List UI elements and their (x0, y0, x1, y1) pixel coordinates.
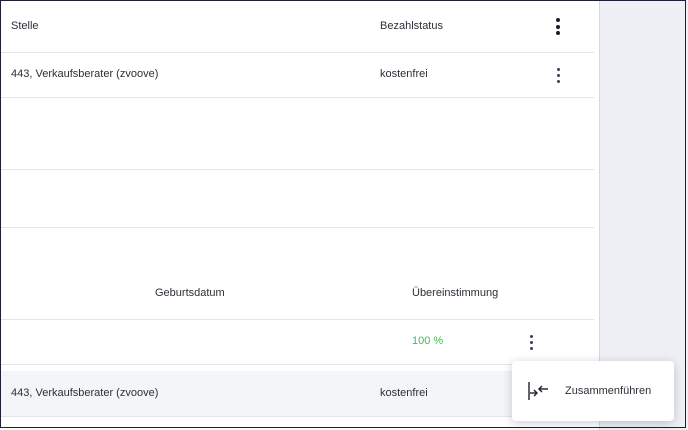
window-border (0, 0, 686, 428)
